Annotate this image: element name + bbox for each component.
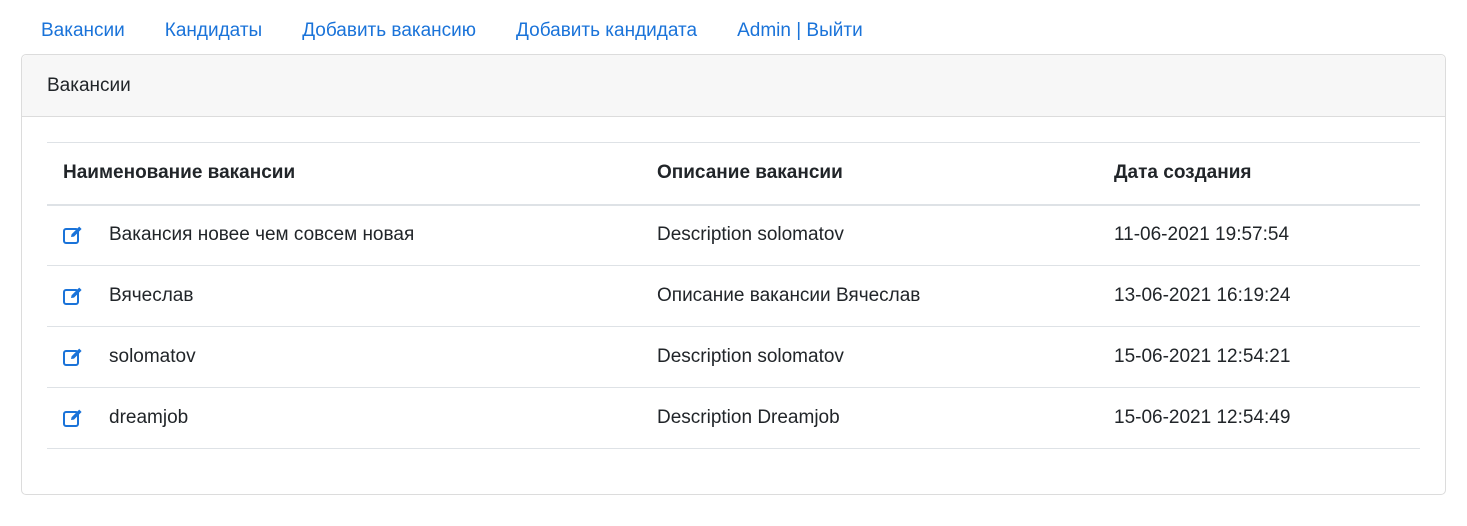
- cell-description: Description solomatov: [641, 204, 1098, 266]
- column-header-description: Описание вакансии: [641, 142, 1098, 206]
- nav-link-vacancies[interactable]: Вакансии: [21, 10, 145, 52]
- table-container: Наименование вакансии Описание вакансии …: [47, 142, 1420, 449]
- vacancy-name: solomatov: [109, 346, 196, 367]
- cell-name: dreamjob: [47, 387, 641, 449]
- table-header-row: Наименование вакансии Описание вакансии …: [47, 142, 1420, 206]
- vacancy-name: Вячеслав: [109, 285, 194, 306]
- column-header-name: Наименование вакансии: [47, 142, 641, 206]
- edit-icon[interactable]: [63, 348, 83, 366]
- cell-created: 15-06-2021 12:54:21: [1098, 326, 1420, 388]
- cell-description: Description solomatov: [641, 326, 1098, 388]
- cell-description: Description Dreamjob: [641, 387, 1098, 449]
- card-title: Вакансии: [47, 74, 131, 96]
- cell-name: Вячеслав: [47, 265, 641, 327]
- table-row: Вячеслав Описание вакансии Вячеслав 13-0…: [47, 265, 1420, 327]
- cell-created: 13-06-2021 16:19:24: [1098, 265, 1420, 327]
- vacancy-name: Вакансия новее чем совсем новая: [109, 224, 415, 246]
- cell-name: Вакансия новее чем совсем новая: [47, 204, 641, 266]
- top-nav: Вакансии Кандидаты Добавить вакансию Доб…: [21, 10, 883, 52]
- nav-link-candidates[interactable]: Кандидаты: [145, 10, 282, 52]
- edit-icon[interactable]: [63, 409, 83, 427]
- table-row: solomatov Description solomatov 15-06-20…: [47, 326, 1420, 388]
- vacancies-table: Наименование вакансии Описание вакансии …: [47, 142, 1420, 449]
- cell-name: solomatov: [47, 326, 641, 388]
- vacancy-name: dreamjob: [109, 407, 189, 428]
- table-row: dreamjob Description Dreamjob 15-06-2021…: [47, 387, 1420, 449]
- card-header: Вакансии: [22, 55, 1445, 117]
- nav-link-add-candidate[interactable]: Добавить кандидата: [496, 10, 717, 52]
- table-row: Вакансия новее чем совсем новая Descript…: [47, 204, 1420, 266]
- cell-description: Описание вакансии Вячеслав: [641, 265, 1098, 327]
- edit-icon[interactable]: [63, 287, 83, 305]
- nav-link-logout[interactable]: Admin | Выйти: [717, 10, 883, 52]
- column-header-created: Дата создания: [1098, 142, 1420, 206]
- nav-link-add-vacancy[interactable]: Добавить вакансию: [282, 10, 496, 52]
- cell-created: 11-06-2021 19:57:54: [1098, 204, 1420, 266]
- cell-created: 15-06-2021 12:54:49: [1098, 387, 1420, 449]
- vacancies-card: Вакансии Наименование вакансии Описание …: [21, 54, 1446, 495]
- edit-icon[interactable]: [63, 226, 83, 245]
